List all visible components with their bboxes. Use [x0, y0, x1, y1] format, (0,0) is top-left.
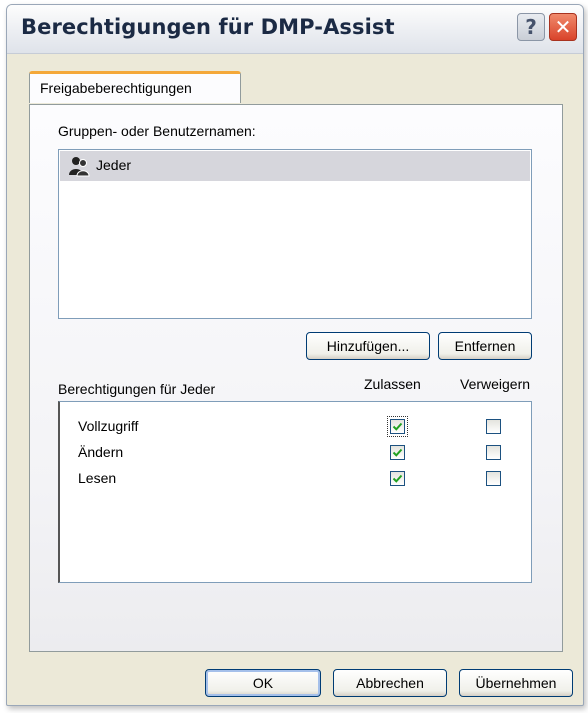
tab-freigabeberechtigungen[interactable]: Freigabeberechtigungen [29, 71, 241, 103]
groups-label: Gruppen- oder Benutzernamen: [58, 123, 256, 139]
title-bar[interactable]: Berechtigungen für DMP-Assist ? ✕ [7, 5, 583, 54]
permissions-label: Berechtigungen für Jeder [58, 381, 216, 397]
ok-button[interactable]: OK [205, 669, 321, 697]
add-button-label: Hinzufügen... [326, 338, 410, 354]
remove-button-label: Entfernen [454, 338, 516, 354]
permissions-list: Vollzugriff Ändern Lesen [58, 401, 532, 583]
add-button[interactable]: Hinzufügen... [306, 332, 430, 360]
groups-listbox[interactable]: Jeder [58, 149, 532, 319]
allow-checkbox[interactable] [387, 416, 408, 437]
list-item-label: Jeder [96, 157, 132, 173]
dialog-title: Berechtigungen für DMP-Assist [21, 15, 395, 39]
deny-checkbox[interactable] [486, 471, 501, 486]
permission-name: Ändern [78, 444, 124, 460]
close-icon: ✕ [554, 15, 572, 39]
help-icon: ? [525, 15, 537, 39]
tab-panel: Gruppen- oder Benutzernamen: Jeder Hinzu… [29, 104, 563, 652]
deny-checkbox[interactable] [486, 419, 501, 434]
checkmark-icon [392, 448, 403, 457]
allow-column-header: Zulassen [364, 376, 421, 392]
remove-button[interactable]: Entfernen [438, 332, 532, 360]
permissions-dialog: Berechtigungen für DMP-Assist ? ✕ Freiga… [6, 4, 584, 706]
close-button[interactable]: ✕ [549, 13, 577, 41]
permission-name: Vollzugriff [78, 418, 139, 434]
cancel-button-label: Abbrechen [356, 675, 424, 691]
cancel-button[interactable]: Abbrechen [333, 669, 447, 697]
users-group-icon [69, 157, 90, 177]
deny-column-header: Verweigern [460, 376, 531, 392]
deny-checkbox[interactable] [486, 445, 501, 460]
checkmark-icon [392, 474, 403, 483]
permission-row: Ändern [60, 440, 531, 466]
apply-button[interactable]: Übernehmen [459, 669, 573, 697]
permission-name: Lesen [78, 470, 117, 486]
allow-checkbox[interactable] [390, 445, 405, 460]
allow-checkbox[interactable] [390, 471, 405, 486]
checkmark-icon [392, 422, 403, 431]
help-button[interactable]: ? [517, 13, 545, 41]
list-item[interactable]: Jeder [60, 151, 530, 181]
apply-button-label: Übernehmen [475, 675, 557, 691]
permission-row: Lesen [60, 466, 531, 492]
permission-row: Vollzugriff [60, 414, 531, 440]
tab-label: Freigabeberechtigungen [40, 80, 192, 96]
ok-button-label: OK [252, 675, 274, 691]
